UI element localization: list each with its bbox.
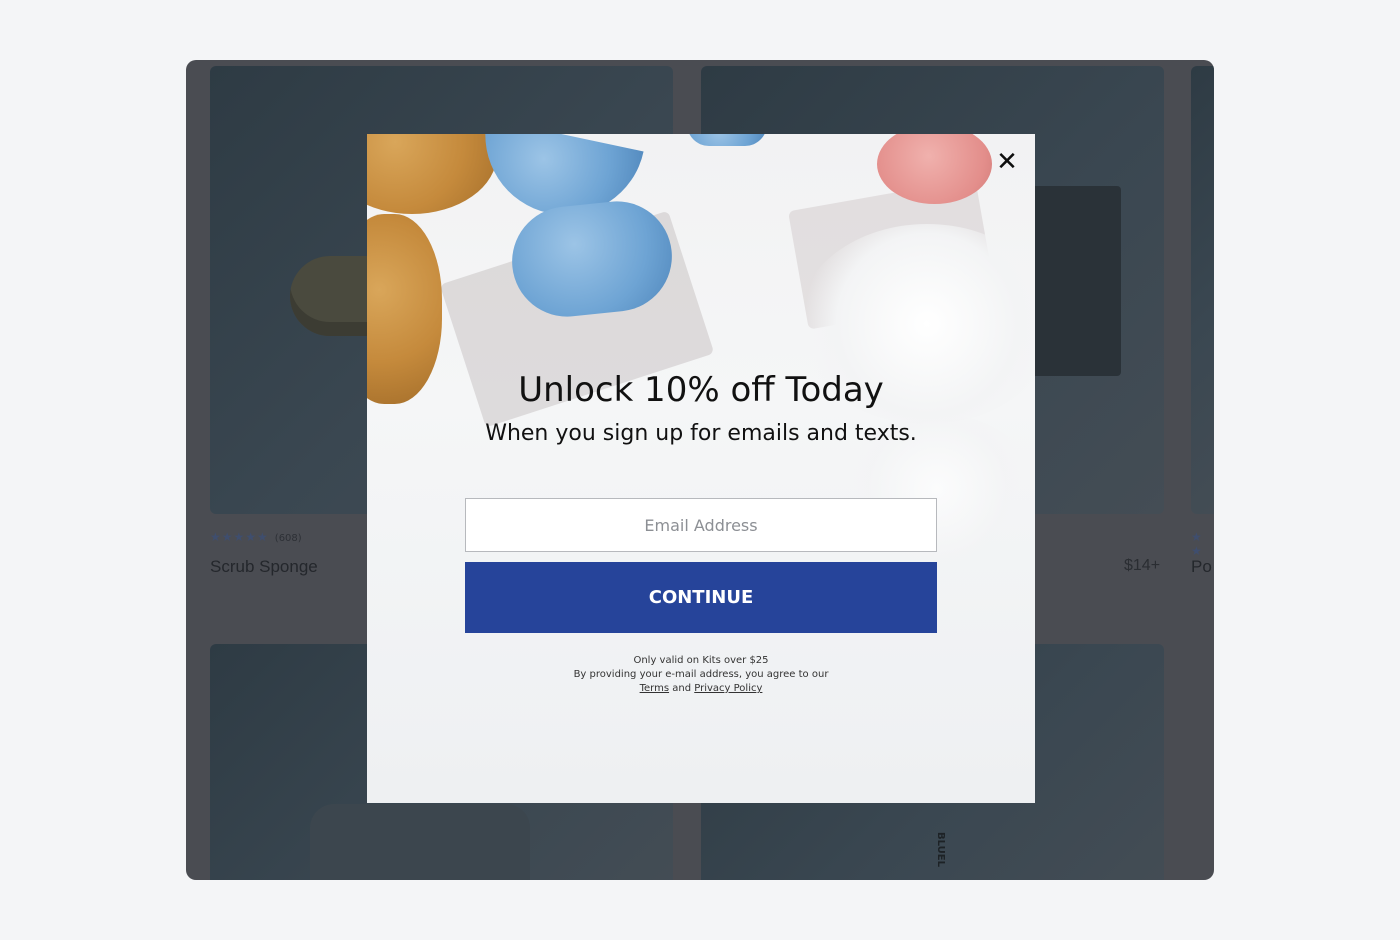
blue-tablet-image-3 [687,134,767,146]
container-image [310,804,530,880]
continue-button[interactable]: CONTINUE [465,562,937,633]
rating-stars-partial: ★ ★ [1191,530,1202,558]
product-price: $14+ [1124,557,1161,574]
fine-print: Only valid on Kits over $25 By providing… [367,654,1035,696]
fine-print-consent: By providing your e-mail address, you ag… [573,669,829,680]
fine-print-offer: Only valid on Kits over $25 [633,655,769,666]
product-image-3 [1191,66,1214,514]
and-text: and [672,683,692,694]
email-field[interactable] [465,498,937,552]
terms-link[interactable]: Terms [640,683,669,694]
modal-headline: Unlock 10% off Today [518,370,884,410]
browser-viewport: BLUEL ★★★★★ (608) Scrub Sponge $14+ ★ ★ P… [186,60,1214,880]
rating-count: (608) [274,533,302,544]
modal-background-image [367,134,1035,803]
signup-modal: ✕ Unlock 10% off Today When you sign up … [367,134,1035,803]
product-name-partial[interactable]: Po [1191,557,1212,577]
rating-stars: ★★★★★ (608) [210,530,302,544]
orange-tablet-image [367,134,497,214]
star-icons: ★★★★★ [210,530,269,544]
product-name[interactable]: Scrub Sponge [210,557,318,577]
privacy-policy-link[interactable]: Privacy Policy [694,683,762,694]
modal-subline: When you sign up for emails and texts. [485,421,917,446]
close-icon[interactable]: ✕ [993,148,1021,176]
product-vertical-label: BLUEL [934,832,946,867]
product-box-image [1031,186,1121,376]
fine-print-links: Terms and Privacy Policy [367,682,1035,696]
